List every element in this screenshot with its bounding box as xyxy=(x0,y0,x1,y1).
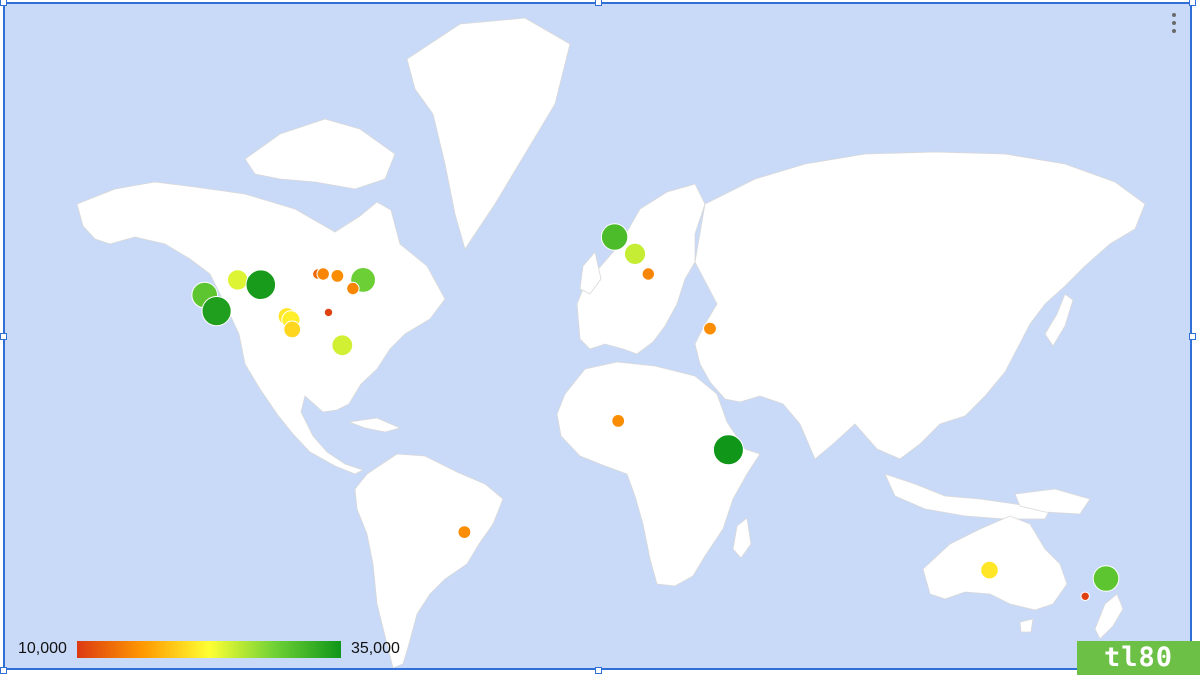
data-bubble-24[interactable] xyxy=(1080,591,1090,601)
caribbean-islands xyxy=(348,417,402,433)
data-bubble-21[interactable] xyxy=(457,525,472,539)
tasmania xyxy=(1019,618,1034,633)
resize-handle-top-right[interactable] xyxy=(1189,0,1196,6)
legend-gradient-bar xyxy=(76,640,341,658)
color-legend: 10,000 35,000 xyxy=(18,638,400,660)
resize-handle-bottom-left[interactable] xyxy=(0,667,7,674)
resize-handle-top-left[interactable] xyxy=(0,0,7,6)
data-bubble-20[interactable] xyxy=(712,434,744,466)
madagascar xyxy=(732,517,752,559)
legend-min-label: 10,000 xyxy=(18,640,67,657)
japan xyxy=(1044,293,1074,347)
new-zealand xyxy=(1094,593,1124,640)
data-bubble-23[interactable] xyxy=(1092,565,1120,592)
data-bubble-2[interactable] xyxy=(201,296,232,327)
resize-handle-right[interactable] xyxy=(1189,333,1196,340)
data-bubble-15[interactable] xyxy=(600,223,629,251)
legend-max-label: 35,000 xyxy=(350,640,400,657)
more-vert-icon[interactable] xyxy=(1170,13,1178,33)
data-bubble-14[interactable] xyxy=(346,281,360,296)
greenland xyxy=(406,17,571,250)
asia-landmass xyxy=(694,151,1146,460)
data-bubble-12[interactable] xyxy=(331,334,354,357)
data-bubble-19[interactable] xyxy=(611,414,626,428)
south-america-landmass xyxy=(354,453,504,668)
data-bubble-3[interactable] xyxy=(227,269,249,291)
watermark-logo: tl80 xyxy=(1077,641,1200,675)
resize-handle-bottom[interactable] xyxy=(595,667,602,674)
data-bubble-11[interactable] xyxy=(323,307,334,318)
data-bubble-22[interactable] xyxy=(980,560,999,580)
geo-chart[interactable]: 10,000 35,000 xyxy=(3,2,1192,670)
data-bubble-10[interactable] xyxy=(330,269,345,283)
world-map xyxy=(76,17,1146,668)
data-bubble-18[interactable] xyxy=(703,321,717,336)
data-bubble-17[interactable] xyxy=(641,267,655,281)
arctic-islands xyxy=(244,118,396,190)
resize-handle-top[interactable] xyxy=(595,0,602,6)
data-bubble-9[interactable] xyxy=(316,267,330,281)
data-bubble-4[interactable] xyxy=(245,269,277,301)
resize-handle-left[interactable] xyxy=(0,333,7,340)
data-bubble-16[interactable] xyxy=(623,242,647,265)
data-bubble-7[interactable] xyxy=(283,320,302,339)
